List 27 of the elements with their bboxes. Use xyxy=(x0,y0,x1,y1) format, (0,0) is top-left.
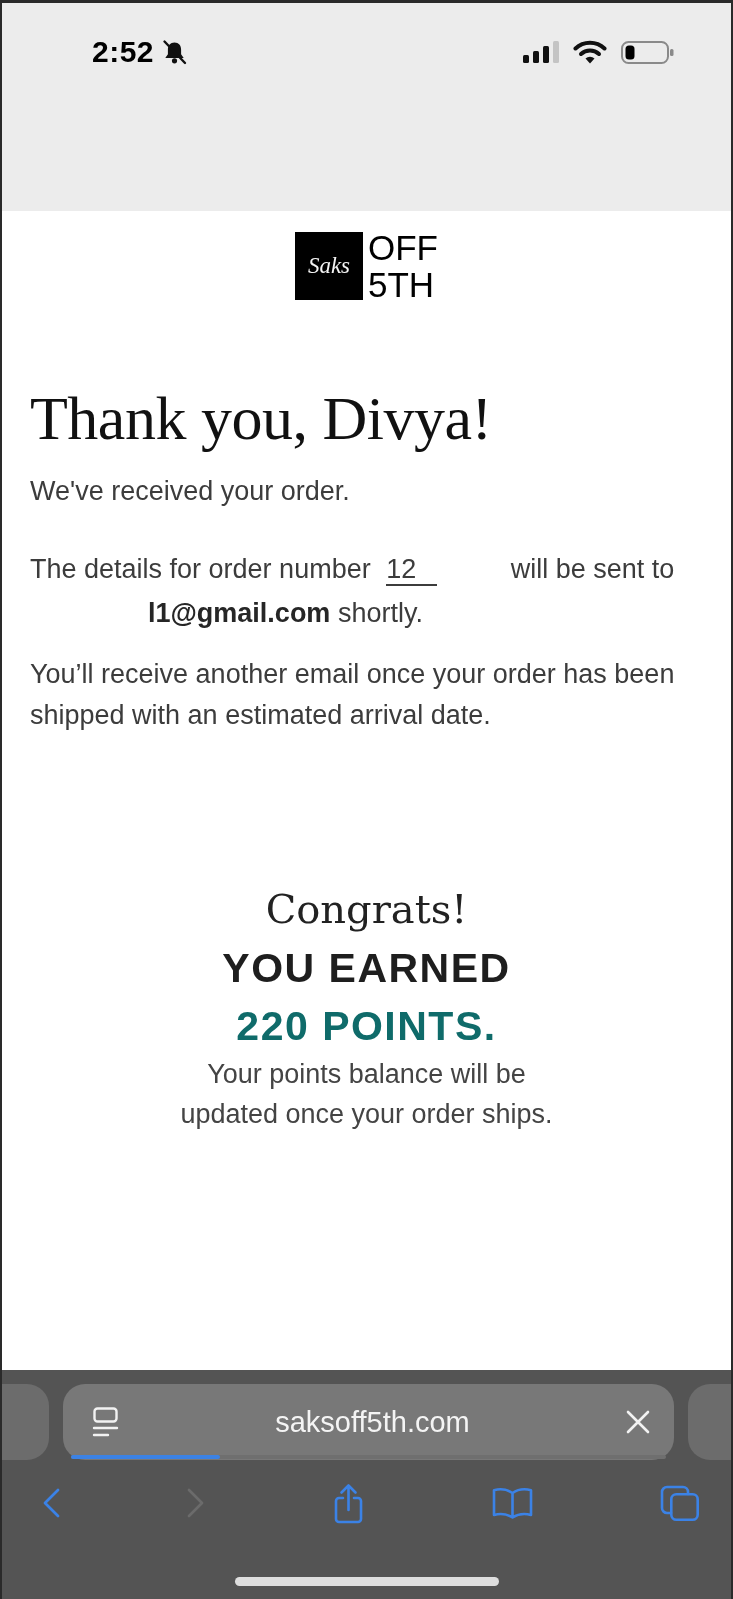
order-details-text: The details for order number 12 will be sent to l1@gmail.com shortly. xyxy=(30,553,676,630)
share-icon[interactable] xyxy=(332,1482,365,1524)
book-icon[interactable] xyxy=(492,1487,533,1519)
address-bar[interactable]: saksoff5th.com xyxy=(63,1384,674,1460)
battery-icon xyxy=(621,40,674,64)
page-lines-icon[interactable] xyxy=(92,1407,119,1437)
order-received-text: We've received your order. xyxy=(30,475,351,508)
points-earned-label: YOU EARNED xyxy=(222,944,511,993)
logo-mark: Saks xyxy=(295,232,363,300)
adjacent-tab-card[interactable] xyxy=(2,1384,49,1460)
url-text: saksoff5th.com xyxy=(274,1405,471,1439)
close-icon[interactable] xyxy=(626,1410,650,1434)
wifi-icon xyxy=(573,40,607,64)
logo-text: OFF xyxy=(368,229,438,266)
points-balance-note: Your points balance will be updated once your order ships. xyxy=(179,1058,554,1131)
thank-you-title: Thank you, Divya! xyxy=(30,384,493,452)
adjacent-tab-card[interactable] xyxy=(688,1384,731,1460)
order-number-link[interactable]: 12 xyxy=(386,554,438,586)
status-time: 2:52 xyxy=(92,37,155,67)
shipping-note-text: You’ll receive another email once your order has been shipped with an estimated arrival date. xyxy=(30,658,676,732)
points-amount: 220 POINTS. xyxy=(236,1002,497,1051)
stacked-squares-icon[interactable] xyxy=(660,1484,700,1522)
chevron-left-icon[interactable] xyxy=(42,1488,60,1518)
signal-icon xyxy=(523,41,559,63)
logo-text: 5TH xyxy=(368,266,436,303)
congrats-heading: Congrats! xyxy=(265,885,468,933)
bell-slash-icon xyxy=(162,39,188,65)
